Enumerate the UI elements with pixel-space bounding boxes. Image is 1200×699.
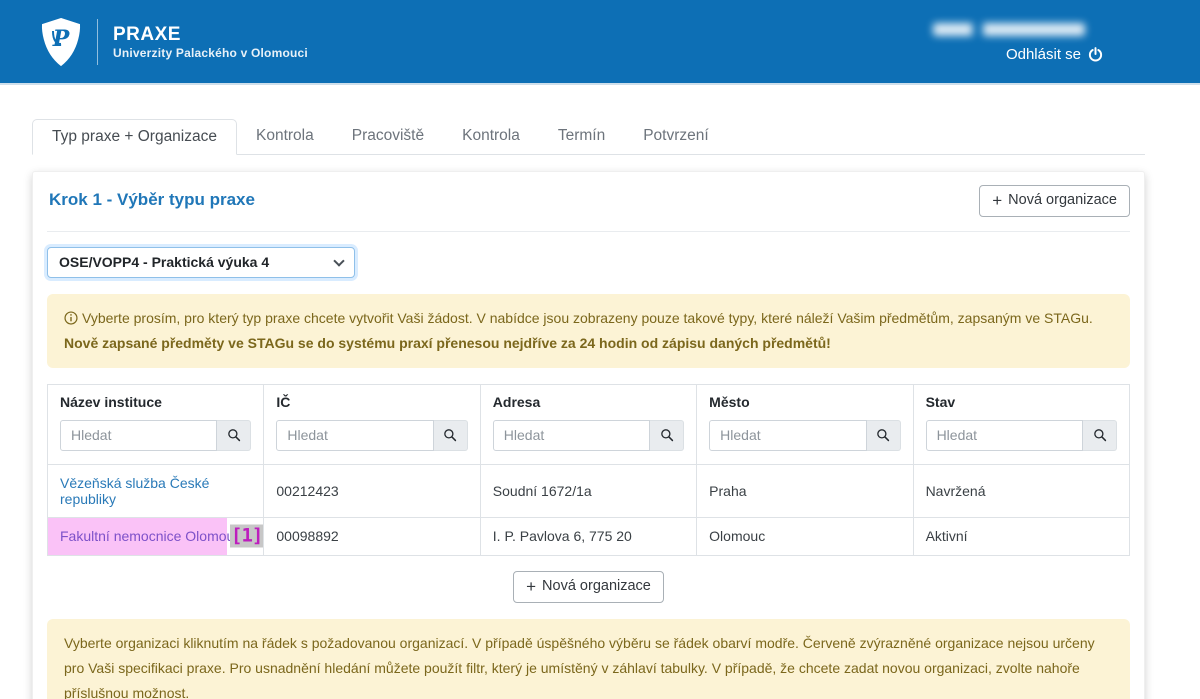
plus-icon: + bbox=[992, 194, 1002, 208]
info-alert-line2-bold: Nově zapsané předměty ve STAGu se do sys… bbox=[64, 331, 1113, 356]
search-icon bbox=[660, 428, 674, 442]
app-subtitle: Univerzity Palackého v Olomouci bbox=[113, 46, 308, 60]
column-label: Adresa bbox=[493, 394, 684, 410]
logout-label: Odhlásit se bbox=[1006, 46, 1081, 63]
filter-input-mesto[interactable] bbox=[709, 420, 866, 451]
info-circle-icon bbox=[64, 311, 78, 325]
filter-mesto bbox=[709, 420, 900, 451]
app-header: P PRAXE Univerzity Palackého v Olomouci … bbox=[0, 0, 1200, 85]
org-name-text: Fakultní nemocnice Olomouc bbox=[60, 528, 241, 544]
tab-kontrola-2[interactable]: Kontrola bbox=[443, 119, 539, 155]
table-actions: + Nová organizace bbox=[47, 571, 1130, 603]
tab-typ-praxe-organizace[interactable]: Typ praxe + Organizace bbox=[32, 119, 237, 155]
filter-adresa bbox=[493, 420, 684, 451]
card-header: Krok 1 - Výběr typu praxe + Nová organiz… bbox=[47, 185, 1130, 217]
org-ic: 00098892 bbox=[264, 517, 480, 555]
search-icon bbox=[1093, 428, 1107, 442]
org-status: Aktivní bbox=[913, 517, 1129, 555]
organizations-table: Název instituce IČ bbox=[47, 384, 1130, 556]
table-row-vezenska-sluzba[interactable]: Vězeňská služba České republiky 00212423… bbox=[48, 464, 1130, 517]
university-shield-logo: P bbox=[40, 17, 82, 67]
header-user-area: Odhlásit se bbox=[933, 21, 1103, 63]
user-name-blurred bbox=[933, 23, 1085, 36]
filter-input-nazev[interactable] bbox=[60, 420, 217, 451]
org-ic: 00212423 bbox=[264, 464, 480, 517]
org-status: Navržená bbox=[913, 464, 1129, 517]
search-button-adresa[interactable] bbox=[650, 420, 684, 451]
brand: P PRAXE Univerzity Palackého v Olomouci bbox=[40, 17, 308, 67]
search-button-ic[interactable] bbox=[434, 420, 468, 451]
brand-text: PRAXE Univerzity Palackého v Olomouci bbox=[113, 23, 308, 61]
tab-pracoviste[interactable]: Pracoviště bbox=[333, 119, 443, 155]
search-icon bbox=[443, 428, 457, 442]
column-label: IČ bbox=[276, 394, 467, 410]
column-mesto: Město bbox=[697, 384, 913, 464]
som-mark-1: [1] bbox=[230, 525, 263, 548]
search-icon bbox=[876, 428, 890, 442]
filter-stav bbox=[926, 420, 1117, 451]
step-card: Krok 1 - Výběr typu praxe + Nová organiz… bbox=[32, 171, 1145, 699]
tab-kontrola-1[interactable]: Kontrola bbox=[237, 119, 333, 155]
org-city: Praha bbox=[697, 464, 913, 517]
org-name-link-highlighted[interactable]: Fakultní nemocnice Olomouc [1] bbox=[48, 517, 264, 555]
step-title: Krok 1 - Výběr typu praxe bbox=[49, 190, 255, 210]
org-address: I. P. Pavlova 6, 775 20 bbox=[480, 517, 696, 555]
new-organization-button-top[interactable]: + Nová organizace bbox=[979, 185, 1130, 217]
info-alert-top: Vyberte prosím, pro který typ praxe chce… bbox=[47, 294, 1130, 368]
info-alert-text: Vyberte prosím, pro který typ praxe chce… bbox=[82, 310, 1093, 326]
tab-potvrzeni[interactable]: Potvrzení bbox=[624, 119, 727, 155]
filter-ic bbox=[276, 420, 467, 451]
info-alert-bottom: Vyberte organizaci kliknutím na řádek s … bbox=[47, 619, 1130, 699]
org-address: Soudní 1672/1a bbox=[480, 464, 696, 517]
org-name-link[interactable]: Vězeňská služba České republiky bbox=[48, 464, 264, 517]
logout-button[interactable]: Odhlásit se bbox=[1006, 46, 1103, 63]
practice-type-select[interactable]: OSE/VOPP4 - Praktická výuka 4 bbox=[47, 247, 355, 278]
info-alert-line1: Vyberte prosím, pro který typ praxe chce… bbox=[64, 306, 1113, 331]
column-nazev-instituce: Název instituce bbox=[48, 384, 264, 464]
search-button-nazev[interactable] bbox=[217, 420, 251, 451]
filter-input-stav[interactable] bbox=[926, 420, 1083, 451]
filter-input-ic[interactable] bbox=[276, 420, 433, 451]
main-content: Typ praxe + Organizace Kontrola Pracoviš… bbox=[32, 119, 1145, 699]
organizations-table-head: Název instituce IČ bbox=[48, 384, 1130, 464]
column-adresa: Adresa bbox=[480, 384, 696, 464]
wizard-tabs: Typ praxe + Organizace Kontrola Pracoviš… bbox=[32, 119, 1145, 155]
org-city: Olomouc bbox=[697, 517, 913, 555]
organizations-table-body: Vězeňská služba České republiky 00212423… bbox=[48, 464, 1130, 555]
app-title: PRAXE bbox=[113, 23, 308, 47]
tab-termin[interactable]: Termín bbox=[539, 119, 624, 155]
column-label: Stav bbox=[926, 394, 1117, 410]
table-row-fakultni-nemocnice[interactable]: Fakultní nemocnice Olomouc [1] 00098892 … bbox=[48, 517, 1130, 555]
filter-input-adresa[interactable] bbox=[493, 420, 650, 451]
new-organization-button-bottom[interactable]: + Nová organizace bbox=[513, 571, 664, 603]
info-alert-bottom-text: Vyberte organizaci kliknutím na řádek s … bbox=[64, 635, 1095, 699]
brand-divider bbox=[97, 19, 98, 65]
column-label: Název instituce bbox=[60, 394, 251, 410]
column-ic: IČ bbox=[264, 384, 480, 464]
plus-icon: + bbox=[526, 580, 536, 594]
search-icon bbox=[227, 428, 241, 442]
filter-nazev bbox=[60, 420, 251, 451]
search-button-mesto[interactable] bbox=[867, 420, 901, 451]
search-button-stav[interactable] bbox=[1083, 420, 1117, 451]
column-stav: Stav bbox=[913, 384, 1129, 464]
section-divider bbox=[47, 231, 1130, 232]
new-organization-label: Nová organizace bbox=[542, 577, 651, 597]
column-label: Město bbox=[709, 394, 900, 410]
practice-type-select-wrap: OSE/VOPP4 - Praktická výuka 4 bbox=[47, 247, 355, 278]
new-organization-label: Nová organizace bbox=[1008, 191, 1117, 211]
power-icon bbox=[1088, 47, 1103, 62]
